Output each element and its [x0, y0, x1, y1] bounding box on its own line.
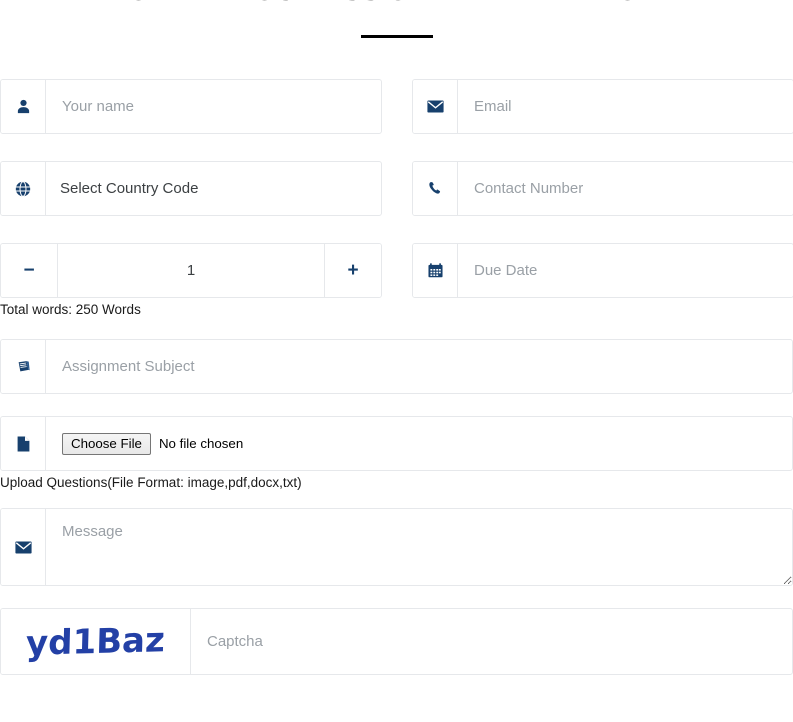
name-input-group[interactable]: [0, 79, 382, 134]
country-code-input-group[interactable]: Select Country Code: [0, 161, 382, 216]
order-form-page: ORDER YOUR ASSIGNMENT HELP NOW: [0, 0, 793, 722]
file-upload-input-group[interactable]: Choose File No file chosen: [0, 416, 793, 471]
form-row-captcha: yd1Baz: [0, 608, 793, 675]
decrement-pages-button[interactable]: −: [1, 244, 58, 297]
field-group-upload: Choose File No file chosen Upload Questi…: [0, 416, 793, 490]
field-group-subject: [0, 339, 793, 394]
field-group-country-code: Select Country Code: [0, 161, 382, 216]
captcha-input-group[interactable]: yd1Baz: [0, 608, 793, 675]
field-group-message: [0, 508, 793, 586]
form-row-pages-duedate: − + Total words: 250 Words: [0, 243, 793, 317]
country-code-select[interactable]: Select Country Code: [46, 162, 381, 215]
field-group-email: [412, 79, 793, 134]
pages-stepper[interactable]: − +: [0, 243, 382, 298]
assignment-subject-input[interactable]: [46, 340, 792, 393]
message-input-group[interactable]: [0, 508, 793, 586]
phone-icon: [413, 162, 458, 215]
field-group-contact: [412, 161, 793, 216]
field-group-name: [0, 79, 382, 134]
pages-quantity-input[interactable]: [58, 244, 324, 297]
upload-helper-label: Upload Questions(File Format: image,pdf,…: [0, 475, 302, 490]
choose-file-button[interactable]: Choose File: [62, 432, 151, 455]
captcha-input[interactable]: [191, 609, 792, 674]
due-date-input-group[interactable]: [412, 243, 793, 298]
file-picker[interactable]: Choose File No file chosen: [46, 417, 792, 470]
field-group-due-date: [412, 243, 793, 298]
increment-pages-button[interactable]: +: [324, 244, 381, 297]
file-status-label: No file chosen: [158, 436, 244, 451]
email-input[interactable]: [458, 80, 793, 133]
captcha-image: yd1Baz: [1, 609, 191, 674]
form-row-message: [0, 508, 793, 586]
calendar-icon: [413, 244, 458, 297]
book-icon: [1, 340, 46, 393]
page-header: ORDER YOUR ASSIGNMENT HELP NOW: [0, 0, 793, 8]
message-textarea[interactable]: [46, 509, 792, 585]
field-group-captcha: yd1Baz: [0, 608, 793, 675]
field-group-pages: − + Total words: 250 Words: [0, 243, 382, 317]
contact-number-input[interactable]: [458, 162, 793, 215]
due-date-input[interactable]: [458, 244, 793, 297]
name-input[interactable]: [46, 80, 381, 133]
form-row-upload: Choose File No file chosen Upload Questi…: [0, 416, 793, 490]
captcha-challenge-text: yd1Baz: [25, 619, 166, 664]
envelope-icon: [1, 509, 46, 585]
page-title: ORDER YOUR ASSIGNMENT HELP NOW: [0, 0, 793, 8]
assignment-order-form: Select Country Code −: [0, 79, 793, 675]
globe-icon: [1, 162, 46, 215]
subject-input-group[interactable]: [0, 339, 793, 394]
form-row-subject: [0, 339, 793, 394]
form-row-country-contact: Select Country Code: [0, 161, 793, 216]
title-underline-divider: [361, 35, 433, 38]
envelope-icon: [413, 80, 458, 133]
contact-input-group[interactable]: [412, 161, 793, 216]
file-icon: [1, 417, 46, 470]
email-input-group[interactable]: [412, 79, 793, 134]
total-words-label: Total words: 250 Words: [0, 302, 141, 317]
user-icon: [1, 80, 46, 133]
form-row-name-email: [0, 79, 793, 134]
